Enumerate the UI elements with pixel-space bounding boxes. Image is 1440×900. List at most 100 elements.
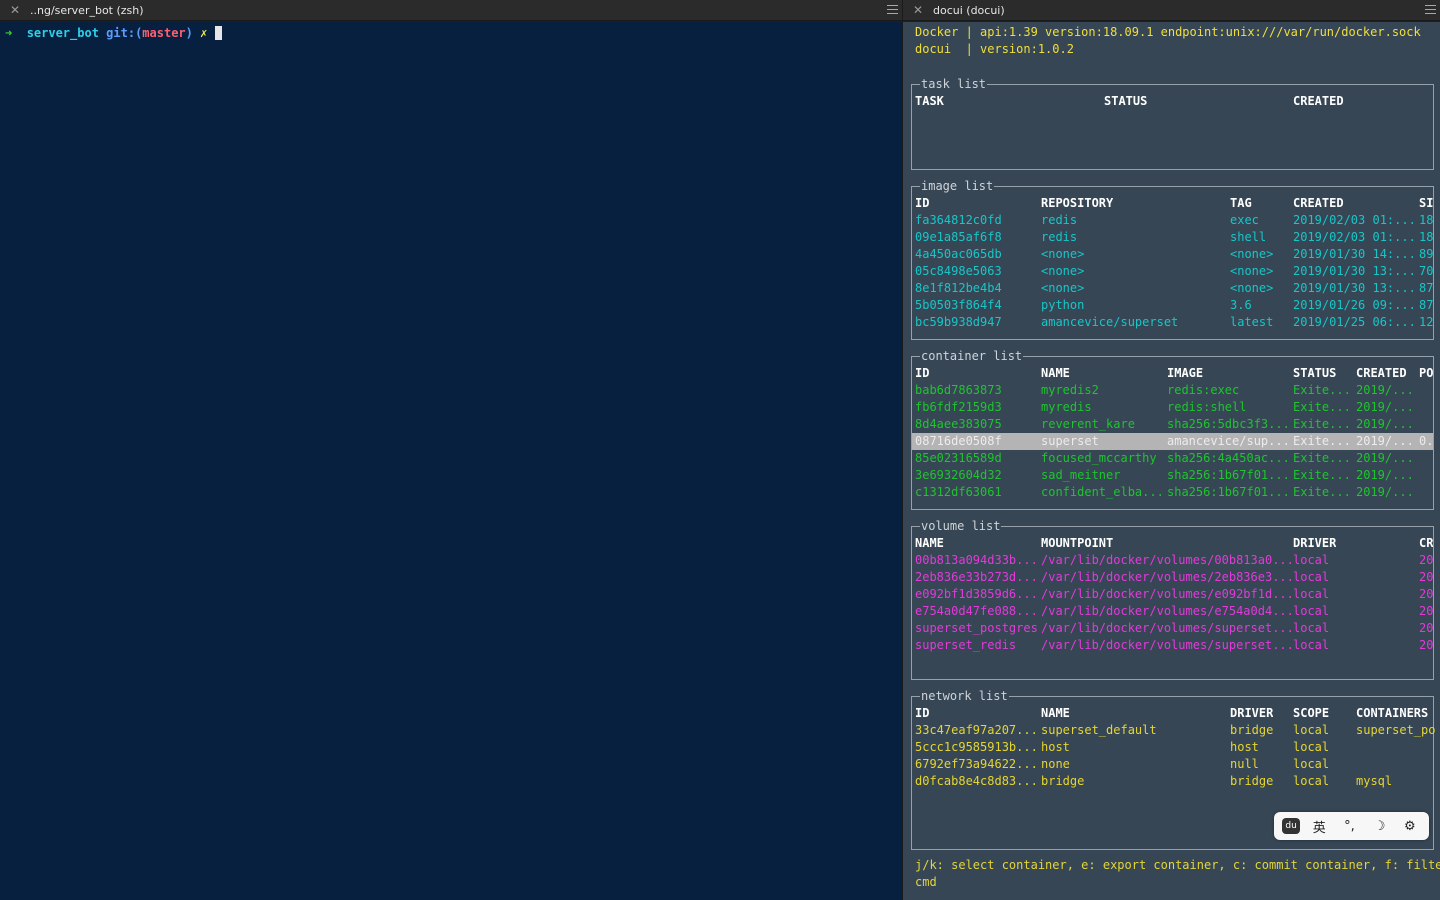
table-header: NAME MOUNTPOINT DRIVER CR [912,535,1433,552]
image-size: 12 [1419,315,1434,329]
network-driver: null [1230,757,1259,771]
ime-punctuation-toggle[interactable]: °, [1338,819,1360,834]
container-list-panel[interactable]: container list ID NAME IMAGE STATUS CREA… [911,348,1434,510]
container-created: 2019/... [1356,417,1414,431]
table-row[interactable]: e754a0d47fe088... /var/lib/docker/volume… [912,603,1433,620]
table-row[interactable]: superset_redis /var/lib/docker/volumes/s… [912,637,1433,654]
network-scope: local [1293,774,1330,788]
image-id: 05c8498e5063 [915,264,1002,278]
ime-language-toggle[interactable]: 英 [1308,817,1330,836]
container-name: sad_meitner [1041,468,1121,482]
container-name: focused_mccarthy [1041,451,1157,465]
table-row[interactable]: 09e1a85af6f8 redis shell 2019/02/03 01:.… [912,229,1433,246]
column-header: TAG [1230,196,1252,210]
table-row[interactable]: e092bf1d3859d6... /var/lib/docker/volume… [912,586,1433,603]
column-header: CREATED [1293,196,1344,210]
volume-created: 20 [1419,621,1434,635]
volume-name: superset_postgres [915,621,1038,635]
close-icon[interactable]: ✕ [8,3,22,17]
image-created: 2019/01/30 13:... [1293,264,1416,278]
column-header: NAME [915,536,944,550]
selected-table-row[interactable]: 08716de0508f superset amancevice/sup... … [912,433,1433,450]
container-created: 2019/... [1356,451,1414,465]
left-terminal-tab[interactable]: ✕ ..ng/server_bot (zsh) [0,0,902,21]
image-created: 2019/02/03 01:... [1293,230,1416,244]
task-list-panel[interactable]: task list TASK STATUS CREATED [911,76,1434,170]
table-row[interactable]: c1312df63061 confident_elba... sha256:1b… [912,484,1433,501]
table-row[interactable]: 5b0503f864f4 python 3.6 2019/01/26 09:..… [912,297,1433,314]
network-scope: local [1293,740,1330,754]
table-row[interactable]: 33c47eaf97a207... superset_default bridg… [912,722,1436,739]
table-row[interactable]: 8d4aee383075 reverent_kare sha256:5dbc3f… [912,416,1433,433]
panel-title: task list [920,76,988,92]
input-method-toolbar[interactable]: du 英 °, ☽ ⚙ [1274,812,1429,840]
volume-driver: local [1293,638,1330,652]
image-size: 18 [1419,213,1434,227]
panel-title: network list [920,688,1009,704]
volume-driver: local [1293,621,1330,635]
table-row[interactable]: 3e6932604d32 sad_meitner sha256:1b67f01.… [912,467,1433,484]
table-row[interactable]: 05c8498e5063 <none> <none> 2019/01/30 13… [912,263,1433,280]
help-line: j/k: select container, e: export contain… [915,858,1440,872]
container-name: myredis2 [1041,383,1099,397]
table-row[interactable]: bc59b938d947 amancevice/superset latest … [912,314,1433,331]
volume-list-panel[interactable]: volume list NAME MOUNTPOINT DRIVER CR 00… [911,518,1434,680]
image-created: 2019/01/25 06:... [1293,315,1416,329]
table-header: TASK STATUS CREATED [912,93,1433,110]
table-row[interactable]: superset_postgres /var/lib/docker/volume… [912,620,1433,637]
hamburger-menu-icon[interactable] [887,5,898,15]
volume-mountpoint: /var/lib/docker/volumes/superset... [1041,638,1294,652]
docui-terminal[interactable]: Docker | api:1.39 version:18.09.1 endpoi… [903,22,1440,900]
moon-icon[interactable]: ☽ [1369,819,1391,834]
right-terminal-tab[interactable]: ✕ docui (docui) [903,0,1440,21]
container-name: reverent_kare [1041,417,1135,431]
container-id: 3e6932604d32 [915,468,1002,482]
network-name: host [1041,740,1070,754]
network-containers: superset_po [1356,723,1436,737]
table-row[interactable]: fb6fdf2159d3 myredis redis:shell Exite..… [912,399,1433,416]
container-id: 8d4aee383075 [915,417,1002,431]
ime-logo-icon[interactable]: du [1282,818,1301,834]
zsh-terminal[interactable]: ➜ server_bot git:(master) ✗ [0,22,902,900]
image-repository: <none> [1041,281,1085,295]
close-icon[interactable]: ✕ [911,3,925,17]
column-header: PO [1419,366,1434,380]
prompt-branch: master [142,26,186,40]
tab-title: ..ng/server_bot (zsh) [30,3,144,17]
table-row[interactable]: 00b813a094d33b... /var/lib/docker/volume… [912,552,1433,569]
column-header: NAME [1041,366,1070,380]
table-row[interactable]: 5ccc1c9585913b... host host local [912,739,1433,756]
table-row[interactable]: fa364812c0fd redis exec 2019/02/03 01:..… [912,212,1433,229]
table-row[interactable]: 2eb836e33b273d... /var/lib/docker/volume… [912,569,1433,586]
container-image: redis:exec [1167,383,1240,397]
container-id: bab6d7863873 [915,383,1002,397]
volume-mountpoint: /var/lib/docker/volumes/superset... [1041,621,1294,635]
network-id: 6792ef73a94622... [915,757,1038,771]
column-header: REPOSITORY [1041,196,1114,210]
image-list-panel[interactable]: image list ID REPOSITORY TAG CREATED SI … [911,178,1434,340]
container-created: 2019/... [1356,485,1414,499]
column-header: ID [915,706,930,720]
column-header: NAME [1041,706,1070,720]
network-name: superset_default [1041,723,1157,737]
image-id: fa364812c0fd [915,213,1002,227]
table-header: ID NAME DRIVER SCOPE CONTAINERS [912,705,1433,722]
gear-icon[interactable]: ⚙ [1399,819,1421,834]
image-repository: redis [1041,230,1078,244]
hamburger-menu-icon[interactable] [1425,5,1436,15]
container-created: 2019/... [1356,400,1414,414]
table-row[interactable]: d0fcab8e4c8d83... bridge bridge local my… [912,773,1433,790]
table-row[interactable]: 8e1f812be4b4 <none> <none> 2019/01/30 13… [912,280,1433,297]
table-row[interactable]: 6792ef73a94622... none null local [912,756,1433,773]
volume-created: 20 [1419,587,1434,601]
table-row[interactable]: 85e02316589d focused_mccarthy sha256:4a4… [912,450,1433,467]
column-header: CREATED [1293,94,1344,108]
table-row[interactable]: bab6d7863873 myredis2 redis:exec Exite..… [912,382,1433,399]
container-image: amancevice/sup... [1167,434,1290,448]
panel-title: container list [920,348,1024,364]
table-row[interactable]: 4a450ac065db <none> <none> 2019/01/30 14… [912,246,1433,263]
image-size: 89 [1419,247,1434,261]
prompt-arrow-icon: ➜ [5,26,13,40]
column-header: IMAGE [1167,366,1204,380]
container-name: confident_elba... [1041,485,1164,499]
